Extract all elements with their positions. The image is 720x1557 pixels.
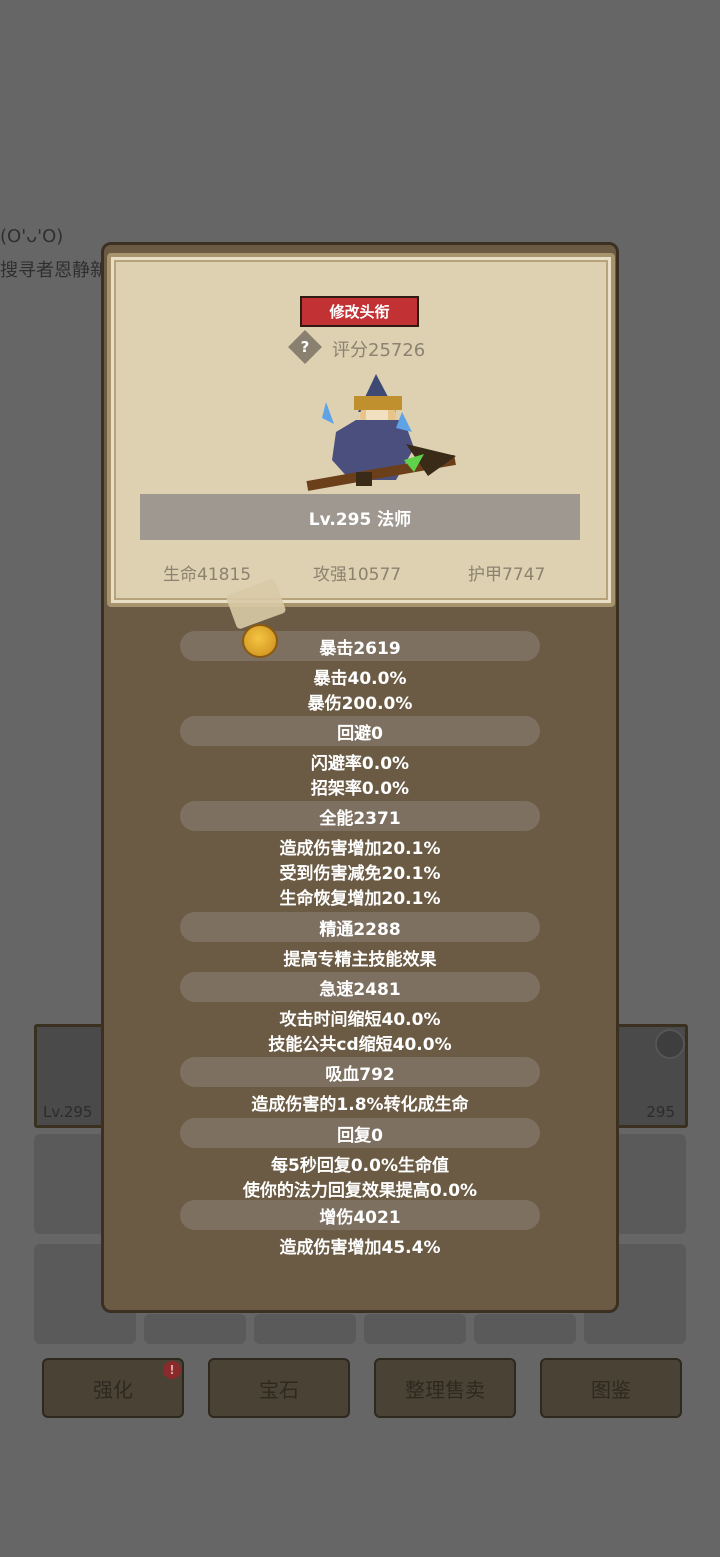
mage-character-sprite bbox=[306, 374, 456, 491]
notification-badge: ! bbox=[163, 1361, 181, 1379]
inventory-slot[interactable] bbox=[364, 1314, 466, 1344]
stat-line: 技能公共cd缩短40.0% bbox=[268, 1035, 452, 1055]
stat-line: 闪避率0.0% bbox=[310, 754, 410, 774]
stat-line: 生命恢复增加20.1% bbox=[279, 889, 441, 909]
stat-header-dodge: 回避0 bbox=[180, 716, 540, 746]
stat-line: 提高专精主技能效果 bbox=[283, 950, 437, 970]
stat-header-haste: 急速2481 bbox=[180, 972, 540, 1002]
base-stat-armor: 护甲7747 bbox=[468, 565, 546, 585]
stat-header-mastery: 精通2288 bbox=[180, 912, 540, 942]
equip-slot-left-level: Lv.295 bbox=[43, 1103, 93, 1121]
background-face-text: (O'ᴗ'O) bbox=[0, 226, 64, 247]
base-stat-attack: 攻强10577 bbox=[313, 565, 402, 585]
help-icon[interactable]: ? bbox=[288, 330, 322, 364]
stat-line: 受到伤害减免20.1% bbox=[279, 864, 441, 884]
change-title-button[interactable]: 修改头衔 bbox=[300, 296, 419, 327]
stat-header-damage-bonus: 增伤4021 bbox=[180, 1200, 540, 1230]
stat-line: 造成伤害的1.8%转化成生命 bbox=[251, 1095, 469, 1115]
score-text: 评分25726 bbox=[332, 340, 426, 361]
stat-header-crit: 暴击2619 bbox=[180, 631, 540, 661]
stat-header-versatility: 全能2371 bbox=[180, 801, 540, 831]
equip-slot-right-level: 295 bbox=[646, 1103, 675, 1121]
stat-header-regen: 回复0 bbox=[180, 1118, 540, 1148]
equip-slot-left[interactable]: Lv.295 bbox=[34, 1024, 110, 1128]
stat-line: 造成伤害增加45.4% bbox=[279, 1238, 441, 1258]
stat-line: 造成伤害增加20.1% bbox=[279, 839, 441, 859]
stat-line: 每5秒回复0.0%生命值 bbox=[271, 1156, 449, 1176]
base-stat-hp: 生命41815 bbox=[163, 565, 252, 585]
stat-line: 暴击40.0% bbox=[313, 669, 407, 689]
inventory-slot[interactable] bbox=[474, 1314, 576, 1344]
equip-slot-right[interactable]: 295 bbox=[616, 1024, 688, 1128]
stat-header-lifesteal: 吸血792 bbox=[180, 1057, 540, 1087]
inventory-slot[interactable] bbox=[34, 1134, 104, 1234]
level-class-banner: Lv.295 法师 bbox=[140, 494, 580, 540]
stat-line: 招架率0.0% bbox=[310, 779, 410, 799]
codex-button[interactable]: 图鉴 bbox=[540, 1358, 682, 1418]
stat-line: 暴伤200.0% bbox=[307, 694, 413, 714]
gold-coin-icon bbox=[242, 624, 278, 658]
gem-button[interactable]: 宝石 bbox=[208, 1358, 350, 1418]
stat-line: 攻击时间缩短40.0% bbox=[279, 1010, 441, 1030]
inventory-slot[interactable] bbox=[254, 1314, 356, 1344]
inventory-slot[interactable] bbox=[144, 1314, 246, 1344]
help-icon-glyph: ? bbox=[300, 338, 310, 356]
background-name-text: 搜寻者恩静新 bbox=[0, 260, 108, 281]
stat-line: 使你的法力回复效果提高0.0% bbox=[242, 1181, 478, 1201]
inventory-slot[interactable] bbox=[616, 1134, 686, 1234]
lock-icon bbox=[655, 1029, 685, 1059]
sort-sell-button[interactable]: 整理售卖 bbox=[374, 1358, 516, 1418]
